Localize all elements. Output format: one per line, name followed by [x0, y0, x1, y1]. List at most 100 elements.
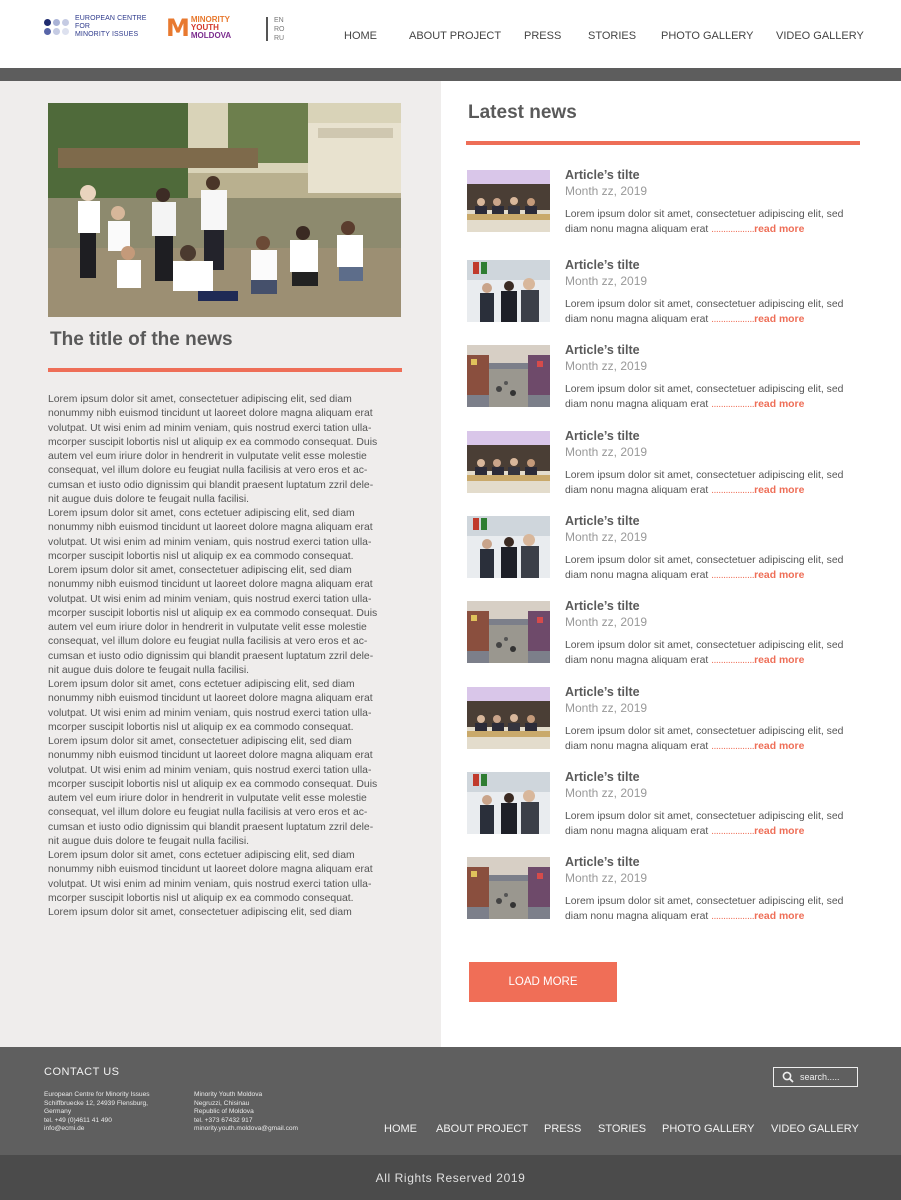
article-dots: ..................	[711, 484, 755, 496]
article-title[interactable]: Article’s tilte	[565, 514, 640, 528]
read-more-link[interactable]: read more	[754, 314, 804, 325]
my-logo-text: MINORITY YOUTH MOLDOVA	[190, 15, 232, 40]
footer-nav-home[interactable]: HOME	[384, 1123, 417, 1135]
article-date: Month zz, 2019	[565, 615, 648, 629]
lang-en[interactable]: EN	[274, 16, 285, 25]
article-excerpt: Lorem ipsum dolor sit amet, consectetuer…	[565, 810, 865, 839]
read-more-link[interactable]: read more	[754, 485, 804, 496]
news-title: The title of the news	[50, 329, 233, 350]
ecmi-address: European Centre for Minority Issues Schi…	[44, 1091, 150, 1134]
article-thumbnail[interactable]	[467, 857, 550, 919]
read-more-link[interactable]: read more	[754, 570, 804, 581]
ecmi-logo-text: EUROPEAN CENTRE FOR MINORITY ISSUES	[75, 15, 147, 38]
article-title[interactable]: Article’s tilte	[565, 258, 640, 272]
nav-stories[interactable]: STORIES	[588, 30, 636, 42]
article-thumbnail[interactable]	[467, 601, 550, 663]
nav-press[interactable]: PRESS	[524, 30, 561, 42]
ecmi-logo[interactable]: EUROPEAN CENTRE FOR MINORITY ISSUES	[44, 15, 147, 39]
article-dots: ..................	[711, 398, 755, 410]
article-date: Month zz, 2019	[565, 184, 648, 198]
article-title[interactable]: Article’s tilte	[565, 770, 640, 784]
article-item: Article’s tilte Month zz, 2019 Lorem ipsum…	[467, 338, 867, 410]
article-dots: ..................	[711, 654, 755, 666]
article-dots: ..................	[711, 910, 755, 922]
article-item: Article’s tilte Month zz, 2019 Lorem ipsum…	[467, 424, 867, 496]
copyright-band: All Rights Reserved 2019	[0, 1155, 901, 1200]
site-header: EUROPEAN CENTRE FOR MINORITY ISSUES M MI…	[0, 0, 901, 68]
article-date: Month zz, 2019	[565, 445, 648, 459]
hero-photo	[48, 103, 401, 317]
search-placeholder: search.....	[800, 1072, 840, 1082]
article-thumbnail[interactable]	[467, 170, 550, 232]
latest-news-section: Latest news Article’s tilte Month zz, 201…	[441, 81, 901, 1047]
read-more-link[interactable]: read more	[754, 826, 804, 837]
my-email-link[interactable]: minority.youth.moldova@gmail.com	[194, 1125, 298, 1134]
article-excerpt: Lorem ipsum dolor sit amet, consectetuer…	[565, 208, 865, 237]
footer-nav-about-project[interactable]: ABOUT PROJECT	[436, 1123, 528, 1135]
article-date: Month zz, 2019	[565, 786, 648, 800]
article-item: Article’s tilte Month zz, 2019 Lorem ipsum…	[467, 509, 867, 581]
nav-about-project[interactable]: ABOUT PROJECT	[409, 30, 501, 42]
news-body-text: Lorem ipsum dolor sit amet, consectetuer…	[48, 394, 378, 918]
article-item: Article’s tilte Month zz, 2019 Lorem ipsum…	[467, 765, 867, 837]
article-title[interactable]: Article’s tilte	[565, 168, 640, 182]
load-more-button[interactable]: LOAD MORE	[469, 962, 617, 1002]
article-title[interactable]: Article’s tilte	[565, 855, 640, 869]
article-date: Month zz, 2019	[565, 274, 648, 288]
footer-nav-video-gallery[interactable]: VIDEO GALLERY	[771, 1123, 859, 1135]
ecmi-email-link[interactable]: info@ecmi.de	[44, 1125, 150, 1134]
read-more-link[interactable]: read more	[754, 911, 804, 922]
search-icon	[782, 1071, 794, 1083]
read-more-link[interactable]: read more	[754, 224, 804, 235]
read-more-link[interactable]: read more	[754, 741, 804, 752]
article-excerpt: Lorem ipsum dolor sit amet, consectetuer…	[565, 725, 865, 754]
article-dots: ..................	[711, 825, 755, 837]
contact-title: CONTACT US	[44, 1066, 120, 1078]
nav-photo-gallery[interactable]: PHOTO GALLERY	[661, 30, 754, 42]
read-more-link[interactable]: read more	[754, 655, 804, 666]
article-thumbnail[interactable]	[467, 345, 550, 407]
article-item: Article’s tilte Month zz, 2019 Lorem ipsum…	[467, 253, 867, 325]
article-excerpt: Lorem ipsum dolor sit amet, consectetuer…	[565, 298, 865, 327]
article-thumbnail[interactable]	[467, 260, 550, 322]
article-title[interactable]: Article’s tilte	[565, 429, 640, 443]
article-excerpt: Lorem ipsum dolor sit amet, consectetuer…	[565, 383, 865, 412]
article-item: Article’s tilte Month zz, 2019 Lorem ipsum…	[467, 680, 867, 752]
article-thumbnail[interactable]	[467, 516, 550, 578]
article-date: Month zz, 2019	[565, 359, 648, 373]
copyright-text: All Rights Reserved 2019	[375, 1171, 526, 1185]
article-thumbnail[interactable]	[467, 687, 550, 749]
article-item: Article’s tilte Month zz, 2019 Lorem ipsum…	[467, 594, 867, 666]
site-footer: CONTACT US European Centre for Minority …	[0, 1047, 901, 1155]
article-title[interactable]: Article’s tilte	[565, 685, 640, 699]
footer-nav-photo-gallery[interactable]: PHOTO GALLERY	[662, 1123, 755, 1135]
article-dots: ..................	[711, 740, 755, 752]
footer-nav-stories[interactable]: STORIES	[598, 1123, 646, 1135]
article-dots: ..................	[711, 223, 755, 235]
article-title[interactable]: Article’s tilte	[565, 599, 640, 613]
nav-home[interactable]: HOME	[344, 30, 377, 42]
header-band	[0, 68, 901, 81]
article-thumbnail[interactable]	[467, 772, 550, 834]
article-item: Article’s tilte Month zz, 2019 Lorem ipsum…	[467, 163, 867, 235]
article-title[interactable]: Article’s tilte	[565, 343, 640, 357]
article-excerpt: Lorem ipsum dolor sit amet, consectetuer…	[565, 554, 865, 583]
my-address: Minority Youth Moldova Negruzzi, Chisina…	[194, 1091, 299, 1134]
lang-ru[interactable]: RU	[274, 34, 285, 43]
my-logo-mark-icon: M	[166, 14, 190, 42]
footer-search-input[interactable]: search.....	[773, 1067, 858, 1087]
language-divider	[266, 17, 268, 41]
footer-nav-press[interactable]: PRESS	[544, 1123, 581, 1135]
main-news-section: The title of the news Lorem ipsum dolor …	[0, 81, 441, 1047]
read-more-link[interactable]: read more	[754, 399, 804, 410]
lang-ro[interactable]: RO	[274, 25, 285, 34]
ecmi-logo-icon	[44, 19, 69, 35]
news-hero-image[interactable]	[48, 103, 401, 317]
article-item: Article’s tilte Month zz, 2019 Lorem ipsum…	[467, 850, 867, 922]
nav-video-gallery[interactable]: VIDEO GALLERY	[776, 30, 864, 42]
minority-youth-moldova-logo[interactable]: M MINORITY YOUTH MOLDOVA	[166, 14, 232, 42]
article-dots: ..................	[711, 313, 755, 325]
article-excerpt: Lorem ipsum dolor sit amet, consectetuer…	[565, 639, 865, 668]
article-thumbnail[interactable]	[467, 431, 550, 493]
article-date: Month zz, 2019	[565, 530, 648, 544]
